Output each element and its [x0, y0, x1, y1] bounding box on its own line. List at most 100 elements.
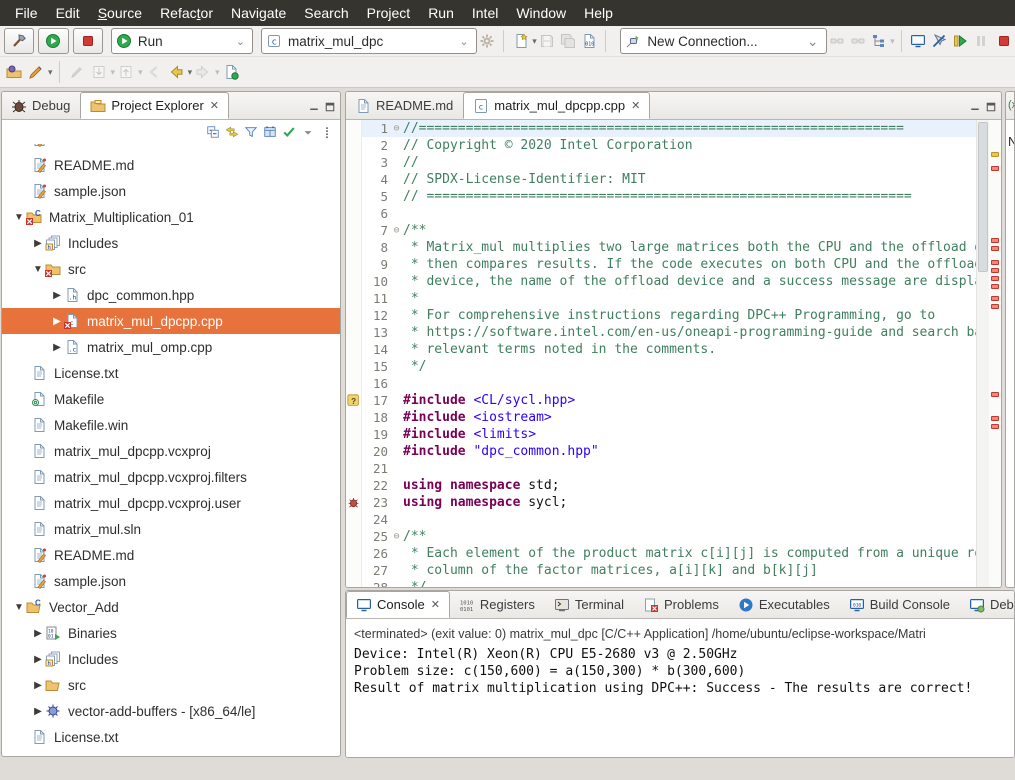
variables-strip-panel[interactable]: (x N [1005, 91, 1015, 588]
console-tab-console[interactable]: Console✕ [346, 591, 450, 618]
project-tree[interactable]: README.mdsample.json▼CMatrix_Multiplicat… [2, 144, 340, 756]
code-line-18[interactable]: 18#include <iostream> [362, 409, 976, 426]
code-lines[interactable]: 1⊖//====================================… [362, 120, 976, 587]
code-line-14[interactable]: 14 * relevant terms noted in the comment… [362, 341, 976, 358]
connection-combo[interactable]: New Connection... ⌄ [620, 28, 826, 54]
dropdown-icon[interactable]: ▾ [215, 67, 220, 78]
link-with-editor-icon[interactable] [225, 125, 239, 139]
dropdown-icon[interactable]: ▾ [111, 67, 116, 78]
code-line-15[interactable]: 15 */ [362, 358, 976, 375]
tree-item-includes[interactable]: ▶hIncludes [2, 646, 340, 672]
tree-item-vector-add[interactable]: ▼CVector_Add [2, 594, 340, 620]
error-mark[interactable] [991, 238, 999, 243]
expand-arrow-icon[interactable]: ▶ [31, 628, 45, 639]
console-tab-problems[interactable]: Problems [634, 591, 729, 618]
error-mark[interactable] [991, 416, 999, 421]
code-line-16[interactable]: 16 [362, 375, 976, 392]
tree-item-sample-json[interactable]: sample.json [2, 178, 340, 204]
code-line-1[interactable]: 1⊖//====================================… [362, 120, 976, 137]
menu-item-search[interactable]: Search [295, 1, 357, 25]
code-line-23[interactable]: 23using namespace sycl; [362, 494, 976, 511]
overview-ruler[interactable] [989, 120, 1001, 587]
tree-item-src[interactable]: ▶src [2, 672, 340, 698]
tree-item-dpc-common-hpp[interactable]: ▶.hdpc_common.hpp [2, 282, 340, 308]
push-change-icon[interactable] [116, 61, 136, 83]
code-line-28[interactable]: 28 */ [362, 579, 976, 587]
tree-item-matrix-mul-omp-cpp[interactable]: ▶.cmatrix_mul_omp.cpp [2, 334, 340, 360]
fold-collapse-icon[interactable]: ⊖ [390, 225, 403, 236]
code-line-24[interactable]: 24 [362, 511, 976, 528]
maximize-button[interactable] [324, 101, 336, 113]
code-line-21[interactable]: 21 [362, 460, 976, 477]
resume-icon[interactable] [950, 30, 969, 52]
console-tab-debugger[interactable]: Debugger [960, 591, 1015, 618]
code-line-26[interactable]: 26 * Each element of the product matrix … [362, 545, 976, 562]
error-mark[interactable] [991, 424, 999, 429]
save-button[interactable] [538, 30, 557, 52]
error-mark[interactable] [991, 392, 999, 397]
code-line-4[interactable]: 4// SPDX-License-Identifier: MIT [362, 171, 976, 188]
code-line-17[interactable]: 17#include <CL/sycl.hpp> [362, 392, 976, 409]
close-icon[interactable]: ✕ [631, 99, 640, 112]
last-edit-location-icon[interactable] [221, 61, 241, 83]
tree-item-makefile[interactable]: Makefile [2, 386, 340, 412]
filter-icon[interactable] [244, 125, 258, 139]
remote-console-icon[interactable] [909, 30, 928, 52]
scrollbar-thumb[interactable] [978, 122, 988, 272]
fold-collapse-icon[interactable]: ⊖ [390, 123, 403, 134]
code-line-22[interactable]: 22using namespace std; [362, 477, 976, 494]
annotate-icon[interactable] [67, 61, 87, 83]
new-file-button[interactable] [511, 30, 530, 52]
code-line-25[interactable]: 25⊖/** [362, 528, 976, 545]
console-output[interactable]: <terminated> (exit value: 0) matrix_mul_… [346, 620, 1014, 757]
dropdown-icon[interactable]: ▾ [890, 36, 895, 47]
code-area[interactable]: ? 1⊖//==================================… [346, 120, 1001, 587]
tree-item[interactable] [2, 144, 340, 152]
code-line-27[interactable]: 27 * column of the factor matrices, a[i]… [362, 562, 976, 579]
variables-tab[interactable]: (x [1006, 92, 1014, 120]
tree-item-matrix-mul-dpcpp-vcxproj[interactable]: matrix_mul_dpcpp.vcxproj [2, 438, 340, 464]
tree-item-vector-add-buffers-x86-64-le-[interactable]: ▶vector-add-buffers - [x86_64/le] [2, 698, 340, 724]
terminate-icon[interactable] [995, 30, 1014, 52]
error-bug-marker-icon[interactable] [346, 494, 361, 511]
code-line-13[interactable]: 13 * https://software.intel.com/en-us/on… [362, 324, 976, 341]
pointer-disable-icon[interactable] [929, 30, 948, 52]
dropdown-icon[interactable] [301, 125, 315, 139]
expand-arrow-icon[interactable]: ▶ [50, 316, 64, 327]
maximize-button[interactable] [985, 101, 997, 113]
code-line-6[interactable]: 6 [362, 205, 976, 222]
expand-arrow-icon[interactable]: ▶ [31, 706, 45, 717]
minimize-button[interactable] [308, 101, 320, 113]
collapse-all-icon[interactable] [206, 125, 220, 139]
expand-arrow-icon[interactable]: ▶ [31, 238, 45, 249]
disconnect-icon[interactable] [848, 30, 867, 52]
menu-item-refactor[interactable]: Refactor [151, 1, 222, 25]
tree-item-binaries[interactable]: ▶1001Binaries [2, 620, 340, 646]
menu-item-window[interactable]: Window [507, 1, 575, 25]
tree-item-makefile[interactable]: Makefile [2, 750, 340, 756]
error-mark[interactable] [991, 260, 999, 265]
code-line-8[interactable]: 8 * Matrix_mul multiplies two large matr… [362, 239, 976, 256]
code-line-12[interactable]: 12 * For comprehensive instructions rega… [362, 307, 976, 324]
expand-arrow-icon[interactable]: ▶ [50, 342, 64, 353]
console-tab-terminal[interactable]: Terminal [545, 591, 634, 618]
launch-target-combo[interactable]: c matrix_mul_dpc ⌄ [261, 28, 477, 54]
tree-item-matrix-mul-dpcpp-vcxproj-user[interactable]: matrix_mul_dpcpp.vcxproj.user [2, 490, 340, 516]
tree-item-src[interactable]: ▼src [2, 256, 340, 282]
error-mark[interactable] [991, 166, 999, 171]
build-button[interactable] [4, 28, 34, 54]
editor-tab-matrix-mul-dpcpp-cpp[interactable]: cmatrix_mul_dpcpp.cpp✕ [463, 92, 650, 119]
tree-item-license-txt[interactable]: License.txt [2, 724, 340, 750]
close-icon[interactable]: ✕ [431, 598, 440, 611]
suspend-icon[interactable] [971, 30, 990, 52]
launch-mode-combo[interactable]: Run ⌄ [111, 28, 253, 54]
tree-item-license-txt[interactable]: License.txt [2, 360, 340, 386]
expand-arrow-icon[interactable]: ▶ [31, 654, 45, 665]
menu-item-file[interactable]: File [6, 1, 47, 25]
tree-item-matrix-multiplication-01[interactable]: ▼CMatrix_Multiplication_01 [2, 204, 340, 230]
dropdown-icon[interactable]: ▾ [532, 36, 537, 47]
collapse-arrow-icon[interactable]: ▼ [31, 264, 45, 275]
error-mark[interactable] [991, 276, 999, 281]
code-line-9[interactable]: 9 * then compares results. If the code e… [362, 256, 976, 273]
editor-vertical-scrollbar[interactable] [976, 120, 989, 587]
